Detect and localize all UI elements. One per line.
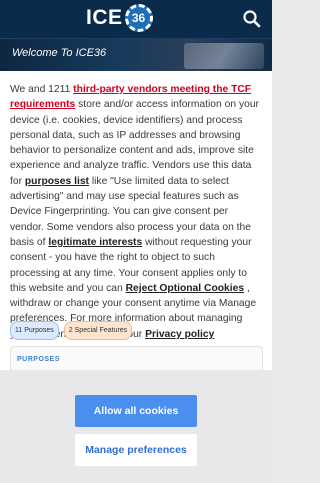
privacy-policy-link[interactable]: Privacy policy <box>145 329 214 340</box>
manage-preferences-button[interactable]: Manage preferences <box>75 434 197 466</box>
allow-all-cookies-button[interactable]: Allow all cookies <box>75 395 197 427</box>
consent-text-2: store and/or access information on your … <box>10 99 259 187</box>
special-features-badge[interactable]: 2 Special Features <box>63 321 133 340</box>
site-header: ICE 36 <box>0 0 272 39</box>
hero-title: Welcome To ICE36 <box>12 47 107 59</box>
consent-text: We and 1211 third-party vendors meeting … <box>10 82 264 342</box>
logo-chip: 36 <box>124 4 153 32</box>
hero-image <box>184 43 264 69</box>
purposes-list-link[interactable]: purposes list <box>25 176 89 187</box>
search-button[interactable] <box>242 9 262 29</box>
search-icon <box>243 10 261 28</box>
hero-banner: Welcome To ICE36 <box>0 39 272 71</box>
consent-text-1: We and 1211 <box>10 84 74 95</box>
purposes-count-badge[interactable]: 11 Purposes <box>10 321 59 340</box>
legitimate-interests-link[interactable]: legitimate interests <box>48 237 142 248</box>
logo-text: ICE <box>86 6 123 29</box>
purposes-heading: PURPOSES <box>17 356 60 363</box>
reject-optional-link[interactable]: Reject Optional Cookies <box>126 283 244 294</box>
consent-tags: 11 Purposes 2 Special Features <box>10 321 133 340</box>
site-logo[interactable]: ICE 36 <box>86 4 153 32</box>
cookie-consent-dialog: We and 1211 third-party vendors meeting … <box>0 71 272 483</box>
